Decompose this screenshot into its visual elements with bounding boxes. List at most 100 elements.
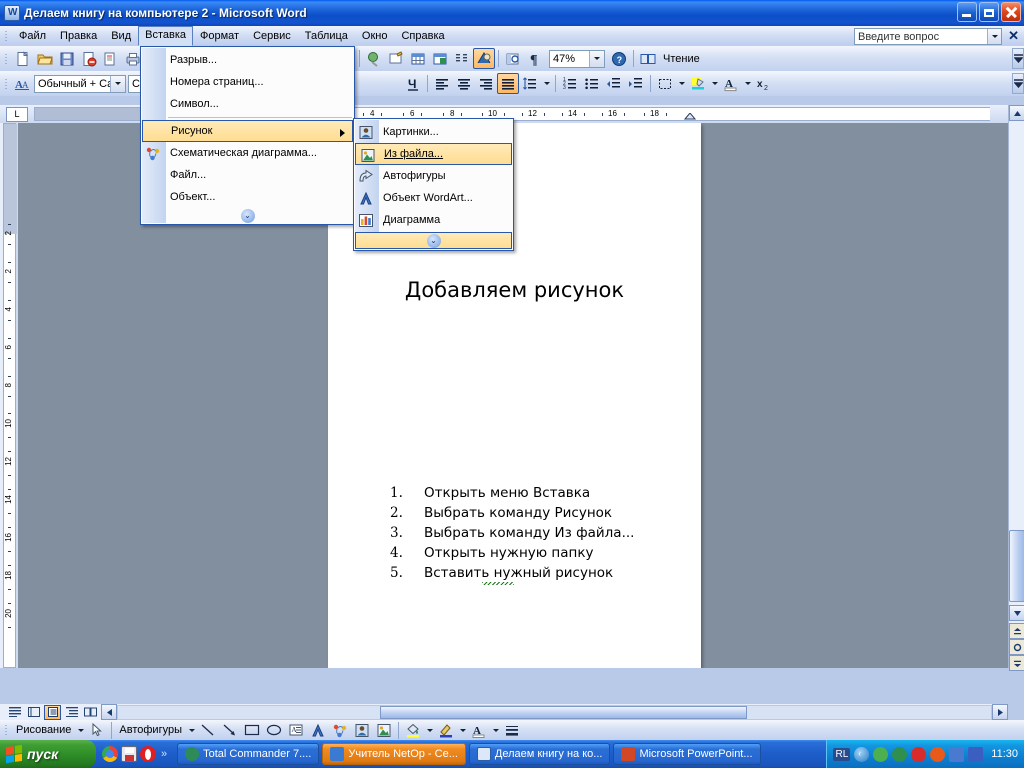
left-indent-marker[interactable] xyxy=(684,113,696,122)
oval-icon[interactable] xyxy=(263,720,285,741)
picture-submenu-dropdown[interactable]: Картинки... Из файла... Автофигуры Объек… xyxy=(353,118,514,251)
language-indicator[interactable]: RL xyxy=(833,747,851,761)
horizontal-scrollbar-track[interactable] xyxy=(117,704,992,720)
zoom-combo[interactable]: 47% xyxy=(549,49,605,68)
chevron-down-icon[interactable] xyxy=(589,50,604,67)
menu-bar-grip[interactable] xyxy=(3,28,10,44)
hyperlink-icon[interactable] xyxy=(363,48,385,69)
insert-table-icon[interactable] xyxy=(407,48,429,69)
align-left-icon[interactable] xyxy=(431,73,453,94)
taskbar-clock[interactable]: 11:30 xyxy=(991,748,1018,760)
previous-page-button[interactable] xyxy=(1009,623,1024,639)
scroll-left-button[interactable] xyxy=(101,704,117,720)
formatting-toolbar-grip[interactable] xyxy=(3,76,10,92)
fill-color-dropdown-icon[interactable] xyxy=(424,720,435,741)
show-formatting-icon[interactable]: ¶ xyxy=(524,48,546,69)
show-hide-icon[interactable]: ‹ xyxy=(854,746,870,762)
highlight-dropdown-icon[interactable] xyxy=(709,73,720,94)
menu-tools[interactable]: Сервис xyxy=(246,27,298,46)
start-button[interactable]: пуск xyxy=(0,740,96,768)
fill-color-icon[interactable] xyxy=(402,720,424,741)
new-document-icon[interactable] xyxy=(12,48,34,69)
taskbar-item-word[interactable]: Делаем книгу на ко... xyxy=(468,743,611,765)
picture-from-file-icon[interactable] xyxy=(373,720,395,741)
font-color-icon[interactable]: A xyxy=(720,73,742,94)
borders-icon[interactable] xyxy=(654,73,676,94)
insert-excel-icon[interactable] xyxy=(429,48,451,69)
line-color-dropdown-icon[interactable] xyxy=(457,720,468,741)
reading-layout-view-button[interactable] xyxy=(82,705,99,720)
menu-edit[interactable]: Правка xyxy=(53,27,104,46)
drawing-toolbar-grip[interactable] xyxy=(3,722,10,738)
increase-indent-icon[interactable] xyxy=(625,73,647,94)
expand-menu-button[interactable]: ⌄ xyxy=(141,208,354,224)
chevron-down-icon[interactable] xyxy=(987,29,1001,44)
autoshapes-menu-button[interactable]: Автофигуры xyxy=(115,724,186,736)
submenu-item-autoshapes[interactable]: Автофигуры xyxy=(354,165,513,187)
borders-dropdown-icon[interactable] xyxy=(676,73,687,94)
taskbar-item-powerpoint[interactable]: Microsoft PowerPoint... xyxy=(613,743,761,765)
chevron-down-icon[interactable] xyxy=(110,75,125,92)
select-browse-object-button[interactable] xyxy=(1009,639,1024,655)
permission-icon[interactable] xyxy=(78,48,100,69)
text-box-icon[interactable]: A xyxy=(285,720,307,741)
menu-table[interactable]: Таблица xyxy=(298,27,355,46)
horizontal-scrollbar-thumb[interactable] xyxy=(379,705,747,719)
menu-format[interactable]: Формат xyxy=(193,27,246,46)
scroll-up-button[interactable] xyxy=(1009,105,1024,121)
double-chevron-right-icon[interactable]: » xyxy=(159,748,167,760)
network-icon[interactable] xyxy=(873,746,889,762)
submenu-item-from-file[interactable]: Из файла... xyxy=(355,143,512,165)
style-combo[interactable]: Обычный + Calil xyxy=(34,74,126,93)
line-color-icon[interactable] xyxy=(435,720,457,741)
standard-toolbar-grip[interactable] xyxy=(3,51,10,67)
menu-item-file[interactable]: Файл... xyxy=(141,164,354,186)
opera-icon[interactable] xyxy=(930,746,946,762)
save-icon[interactable] xyxy=(121,746,137,762)
decrease-indent-icon[interactable] xyxy=(603,73,625,94)
numbered-list-icon[interactable]: 123 xyxy=(559,73,581,94)
styles-formatting-icon[interactable]: AA xyxy=(12,73,34,94)
read-button-label[interactable]: Чтение xyxy=(659,53,704,65)
menu-view[interactable]: Вид xyxy=(104,27,138,46)
menu-item-break[interactable]: Разрыв... xyxy=(141,49,354,71)
network-connection-icon[interactable] xyxy=(968,746,984,762)
insert-menu-dropdown[interactable]: Разрыв... Номера страниц... Символ... Ри… xyxy=(140,46,355,225)
close-button[interactable] xyxy=(1001,2,1021,22)
subscript-icon[interactable]: x2 xyxy=(753,73,775,94)
open-folder-icon[interactable] xyxy=(34,48,56,69)
menu-item-object[interactable]: Объект... xyxy=(141,186,354,208)
underline-icon[interactable]: Ч xyxy=(402,73,424,94)
scroll-down-button[interactable] xyxy=(1009,605,1024,621)
safely-remove-icon[interactable] xyxy=(892,746,908,762)
menu-item-diagram[interactable]: Схематическая диаграмма... xyxy=(141,142,354,164)
line-style-icon[interactable] xyxy=(501,720,523,741)
draw-dropdown-icon[interactable] xyxy=(75,720,86,741)
formatting-toolbar-options-button[interactable] xyxy=(1012,73,1024,94)
menu-item-picture[interactable]: Рисунок xyxy=(142,120,353,142)
tab-selector-button[interactable]: L xyxy=(6,106,28,122)
menu-insert[interactable]: Вставка xyxy=(138,26,194,46)
align-right-icon[interactable] xyxy=(475,73,497,94)
vertical-ruler[interactable]: 2 2 4 6 8 10 12 14 16 18 20 xyxy=(0,123,18,668)
toolbar-options-button[interactable] xyxy=(1012,48,1024,69)
vertical-scrollbar-thumb[interactable] xyxy=(1009,530,1024,602)
taskbar-item-netop[interactable]: Учитель NetOp - Се... xyxy=(322,743,466,765)
arrow-icon[interactable] xyxy=(219,720,241,741)
line-icon[interactable] xyxy=(197,720,219,741)
columns-icon[interactable] xyxy=(451,48,473,69)
print-preview-icon[interactable] xyxy=(100,48,122,69)
taskbar-item-total-commander[interactable]: Total Commander 7.... xyxy=(177,743,320,765)
menu-item-symbol[interactable]: Символ... xyxy=(141,93,354,115)
autoshapes-dropdown-icon[interactable] xyxy=(186,720,197,741)
ask-question-box[interactable]: Введите вопрос xyxy=(854,28,1002,45)
justify-icon[interactable] xyxy=(497,73,519,94)
opera-icon[interactable] xyxy=(140,746,156,762)
normal-view-button[interactable] xyxy=(6,705,23,720)
submenu-item-wordart[interactable]: Объект WordArt... xyxy=(354,187,513,209)
menu-help[interactable]: Справка xyxy=(394,27,451,46)
minimize-button[interactable] xyxy=(957,2,977,22)
web-layout-view-button[interactable] xyxy=(25,705,42,720)
line-spacing-icon[interactable] xyxy=(519,73,541,94)
wordart-icon[interactable] xyxy=(307,720,329,741)
